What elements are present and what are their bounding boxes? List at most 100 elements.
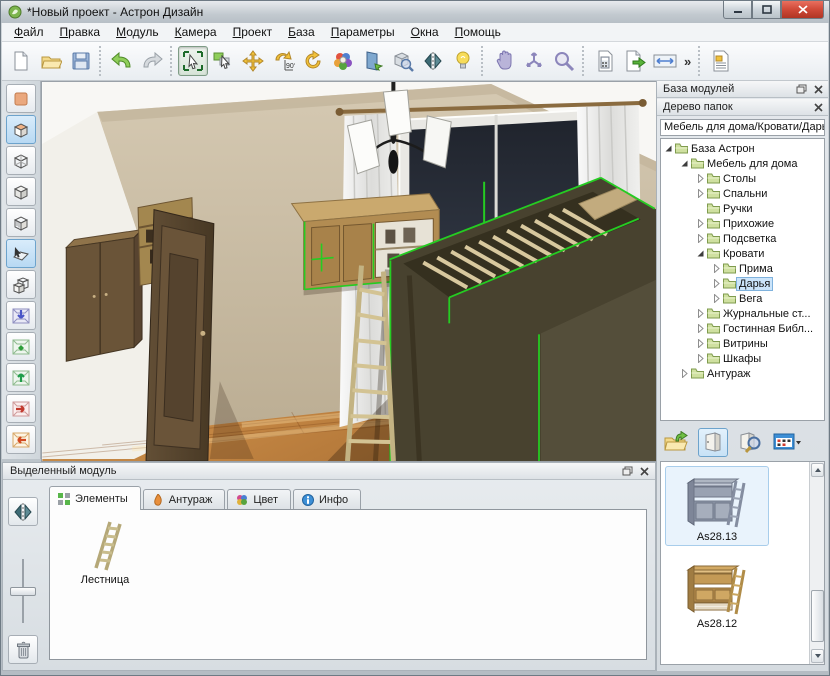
pan-camera-button[interactable] (489, 46, 519, 76)
viewport-3d[interactable] (41, 81, 658, 462)
wall-left-off-button[interactable] (6, 425, 36, 454)
tree-item[interactable]: Антураж (661, 366, 824, 381)
select-modules-button[interactable] (208, 46, 238, 76)
wireframe-view-button[interactable] (6, 146, 36, 175)
tree-item[interactable]: Прихожие (661, 216, 824, 231)
tab-entourage[interactable]: Антураж (143, 489, 226, 510)
rotate-90-button[interactable]: 90° (268, 46, 298, 76)
tree-item[interactable]: Ручки (661, 201, 824, 216)
expander-icon[interactable] (695, 189, 706, 198)
expander-icon[interactable] (695, 174, 706, 183)
select-module-button[interactable] (178, 46, 208, 76)
rotate-free-button[interactable] (298, 46, 328, 76)
wall-right-off-button[interactable] (6, 394, 36, 423)
close-button[interactable] (781, 1, 824, 19)
dimensions-button[interactable] (650, 46, 680, 76)
tree-item[interactable]: Кровати (661, 246, 824, 261)
module-thumb-as2813[interactable]: As28.13 (665, 466, 769, 546)
tab-info[interactable]: Инфо (293, 489, 361, 510)
tree-item[interactable]: Прима (661, 261, 824, 276)
minimize-button[interactable] (723, 1, 752, 19)
expander-icon[interactable] (695, 249, 706, 258)
doors-windows-button[interactable] (358, 46, 388, 76)
float-panel-icon[interactable] (620, 465, 634, 478)
elements-list[interactable]: Лестница (49, 509, 647, 660)
toolbar-overflow-button[interactable]: » (680, 54, 695, 69)
tree-item[interactable]: Журнальные ст... (661, 306, 824, 321)
estimate-button[interactable] (590, 46, 620, 76)
close-panel-icon[interactable] (637, 465, 651, 478)
new-project-button[interactable] (6, 46, 36, 76)
element-item-ladder[interactable]: Лестница (62, 516, 148, 586)
titlebar[interactable]: *Новый проект - Астрон Дизайн (1, 1, 829, 23)
folder-tree-titlebar[interactable]: Дерево папок (657, 99, 828, 116)
tree-item[interactable]: Дарья (661, 276, 824, 291)
close-panel-icon[interactable] (811, 101, 825, 114)
tree-item[interactable]: Гостинная Библ... (661, 321, 824, 336)
expander-icon[interactable] (711, 279, 722, 288)
menu-item[interactable]: Модуль (108, 23, 167, 41)
menu-item[interactable]: Правка (52, 23, 109, 41)
tree-item[interactable]: База Астрон (661, 141, 824, 156)
scrollbar-thumb[interactable] (811, 590, 824, 642)
specification-button[interactable] (706, 46, 736, 76)
modules-view-button[interactable] (698, 428, 728, 457)
current-folder-path[interactable]: Мебель для дома/Кровати/Дарья (660, 119, 825, 136)
two-cubes-view-button[interactable] (6, 270, 36, 299)
wall-top-off-button[interactable] (6, 301, 36, 330)
tab-color[interactable]: Цвет (227, 489, 291, 510)
textured-wire-view-button[interactable] (6, 208, 36, 237)
delete-module-button[interactable] (8, 635, 38, 664)
save-button[interactable] (66, 46, 96, 76)
module-search-button[interactable] (735, 428, 765, 457)
tab-elements[interactable]: Элементы (49, 486, 141, 510)
export-button[interactable] (620, 46, 650, 76)
module-db-titlebar[interactable]: База модулей (657, 81, 828, 98)
expander-icon[interactable] (711, 294, 722, 303)
menu-item[interactable]: Помощь (447, 23, 509, 41)
expander-icon[interactable] (711, 264, 722, 273)
wall-cabinet[interactable] (66, 230, 142, 362)
menu-item[interactable]: Окна (403, 23, 447, 41)
add-to-project-button[interactable] (661, 428, 691, 457)
find-module-button[interactable] (388, 46, 418, 76)
menu-item[interactable]: База (280, 23, 323, 41)
expander-icon[interactable] (695, 324, 706, 333)
scroll-down-icon[interactable] (811, 649, 824, 663)
mirror-module-button[interactable] (418, 46, 448, 76)
expander-icon[interactable] (695, 219, 706, 228)
zoom-camera-button[interactable] (549, 46, 579, 76)
solid-view-button[interactable] (6, 115, 36, 144)
perspective-view-button[interactable] (6, 239, 36, 268)
menu-item[interactable]: Параметры (323, 23, 403, 41)
open-project-button[interactable] (36, 46, 66, 76)
tree-item[interactable]: Столы (661, 171, 824, 186)
expander-icon[interactable] (663, 144, 674, 153)
expander-icon[interactable] (695, 339, 706, 348)
tree-item[interactable]: Мебель для дома (661, 156, 824, 171)
height-slider[interactable] (8, 559, 38, 623)
expander-icon[interactable] (695, 309, 706, 318)
expander-icon[interactable] (695, 234, 706, 243)
menu-item[interactable]: Камера (167, 23, 225, 41)
plan-view-button[interactable] (6, 84, 36, 113)
expander-icon[interactable] (695, 204, 706, 213)
orbit-camera-button[interactable] (519, 46, 549, 76)
mirror-selected-button[interactable] (8, 497, 38, 526)
tree-item[interactable]: Подсветка (661, 231, 824, 246)
menu-item[interactable]: Проект (225, 23, 281, 41)
expander-icon[interactable] (679, 369, 690, 378)
materials-button[interactable] (328, 46, 358, 76)
lighting-button[interactable] (448, 46, 478, 76)
selected-module-panel-titlebar[interactable]: Выделенный модуль (3, 463, 655, 480)
tree-item[interactable]: Вега (661, 291, 824, 306)
grid-view-button[interactable] (772, 428, 802, 457)
hidden-line-view-button[interactable] (6, 177, 36, 206)
expander-icon[interactable] (695, 354, 706, 363)
move-module-button[interactable] (238, 46, 268, 76)
close-panel-icon[interactable] (811, 83, 825, 96)
redo-button[interactable] (137, 46, 167, 76)
slider-thumb[interactable] (10, 587, 36, 596)
maximize-button[interactable] (752, 1, 781, 19)
walls-show-button[interactable] (6, 363, 36, 392)
